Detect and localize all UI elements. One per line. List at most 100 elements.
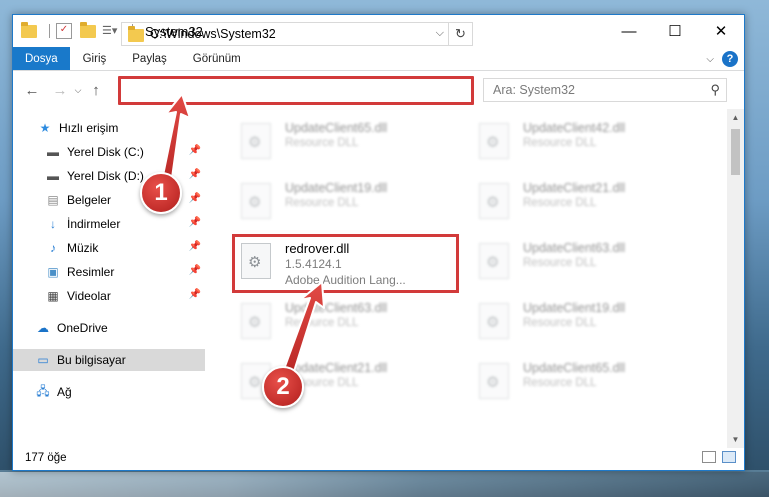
file-tile[interactable]: UpdateClient63.dll Resource DLL [233,297,459,349]
dll-file-icon [241,183,271,219]
close-button[interactable]: ✕ [698,15,744,47]
sidebar-item-quick-access[interactable]: ★ Hızlı erişim [13,117,205,139]
sidebar-item-label: Müzik [67,241,99,255]
toolbar-separator [49,24,50,38]
dll-file-icon [479,243,509,279]
ribbon-right-controls: ⌵ ? [706,47,738,71]
chevron-down-icon[interactable]: ⌵ [706,54,714,65]
step-badge-1: 1 [140,172,182,214]
scroll-up-icon[interactable]: ▲ [727,109,744,126]
videos-icon: ▦ [47,289,59,303]
tab-file[interactable]: Dosya [13,47,70,70]
sidebar-item-label: Belgeler [67,193,112,207]
sidebar-item-pictures[interactable]: ▣ Resimler 📌 [13,261,205,283]
tab-share[interactable]: Paylaş [119,47,180,70]
network-icon: 🖧 [36,383,50,398]
forward-icon[interactable]: → [49,79,71,101]
sidebar-item-label: Resimler [67,265,115,279]
pin-icon[interactable]: 📌 [189,145,201,156]
file-tile[interactable]: UpdateClient19.dll Resource DLL [471,297,697,349]
sidebar-item-network[interactable]: 🖧 Ağ [13,381,205,403]
address-dropdown-icon[interactable]: ⌵ [436,27,444,40]
search-icon[interactable]: ⚲ [710,82,720,98]
dll-file-icon [479,303,509,339]
sidebar-item-label: Hızlı erişim [59,121,119,135]
up-icon[interactable]: ↑ [85,79,107,101]
folder-icon [21,21,37,38]
file-tile[interactable]: UpdateClient21.dll Resource DLL [471,177,697,229]
pin-icon[interactable]: 📌 [189,217,201,228]
help-icon[interactable]: ? [722,51,738,67]
file-name: UpdateClient65.dll [523,361,626,375]
minimize-button[interactable]: — [606,15,652,47]
recent-locations-icon[interactable]: ⌵ [71,79,85,101]
file-name: UpdateClient21.dll [523,181,626,195]
star-icon: ★ [39,121,51,135]
file-type: Resource DLL [285,137,359,149]
sidebar-item-videos[interactable]: ▦ Videolar 📌 [13,285,205,307]
back-icon[interactable]: ← [21,79,43,101]
file-type: Resource DLL [523,317,597,329]
file-name: UpdateClient42.dll [523,121,626,135]
address-highlight-box [118,76,474,105]
pin-icon[interactable]: 📌 [189,241,201,252]
file-name: UpdateClient65.dll [285,121,388,135]
address-path[interactable]: C:\Windows\System32 [150,27,276,41]
desktop-landscape [0,472,769,497]
explorer-window: ✓ ☰▾ System32 — ☐ ✕ Dosya Giriş Paylaş G… [12,14,745,471]
drive-icon: ▬ [47,145,59,159]
window-controls: — ☐ ✕ [606,15,744,47]
sidebar-item-onedrive[interactable]: ☁ OneDrive [13,317,205,339]
details-view-icon[interactable] [702,451,716,463]
status-bar: 177 öğe [13,446,744,470]
file-highlight-box [232,234,459,293]
pictures-icon: ▣ [47,265,59,279]
large-icons-view-icon[interactable] [722,451,736,463]
sidebar-item-label: Bu bilgisayar [57,353,126,367]
file-tile[interactable]: UpdateClient65.dll Resource DLL [233,117,459,169]
dll-file-icon [479,363,509,399]
new-folder-icon[interactable] [80,21,96,38]
scrollbar-thumb[interactable] [731,129,740,175]
tab-view[interactable]: Görünüm [180,47,254,70]
file-tile[interactable]: UpdateClient63.dll Resource DLL [471,237,697,289]
sidebar-item-label: Ağ [57,385,72,399]
pin-icon[interactable]: 📌 [189,169,201,180]
file-name: UpdateClient21.dll [285,361,388,375]
file-tile[interactable]: UpdateClient65.dll Resource DLL [471,357,697,409]
item-count: 177 öğe [25,452,67,464]
pin-icon[interactable]: 📌 [189,265,201,276]
file-type: Resource DLL [523,197,597,209]
sidebar-item-label: OneDrive [57,321,108,335]
sidebar-item-label: İndirmeler [67,217,121,231]
file-tile[interactable]: UpdateClient42.dll Resource DLL [471,117,697,169]
step-badge-2: 2 [262,366,304,408]
dll-file-icon [479,123,509,159]
file-type: Resource DLL [523,377,597,389]
folder-icon [128,25,144,42]
file-type: Resource DLL [523,257,597,269]
maximize-button[interactable]: ☐ [652,15,698,47]
file-tile[interactable]: UpdateClient19.dll Resource DLL [233,177,459,229]
search-input[interactable]: Ara: System32 ⚲ [483,78,727,102]
sidebar-item-music[interactable]: ♪ Müzik 📌 [13,237,205,259]
customize-toolbar-icon[interactable]: ☰▾ [102,23,118,39]
sidebar-item-downloads[interactable]: ↓ İndirmeler 📌 [13,213,205,235]
tab-home[interactable]: Giriş [70,47,120,70]
sidebar-item-disk-c[interactable]: ▬ Yerel Disk (C:) 📌 [13,141,205,163]
sidebar-item-label: Videolar [67,289,111,303]
refresh-icon[interactable]: ↻ [448,23,472,45]
address-bar[interactable]: C:\Windows\System32 ⌵ ↻ [121,22,473,46]
computer-icon: ▭ [37,353,49,367]
properties-icon[interactable]: ✓ [56,23,72,39]
dll-file-icon [479,183,509,219]
vertical-scrollbar[interactable]: ▲ ▼ [727,109,744,448]
sidebar-item-label: Yerel Disk (C:) [67,145,144,159]
file-name: UpdateClient63.dll [285,301,388,315]
drive-icon: ▬ [47,169,59,183]
ribbon-tabs: Dosya Giriş Paylaş Görünüm ⌵ ? [13,47,744,71]
pin-icon[interactable]: 📌 [189,289,201,300]
sidebar-item-this-pc[interactable]: ▭ Bu bilgisayar [13,349,205,371]
pin-icon[interactable]: 📌 [189,193,201,204]
file-type: Resource DLL [523,137,597,149]
